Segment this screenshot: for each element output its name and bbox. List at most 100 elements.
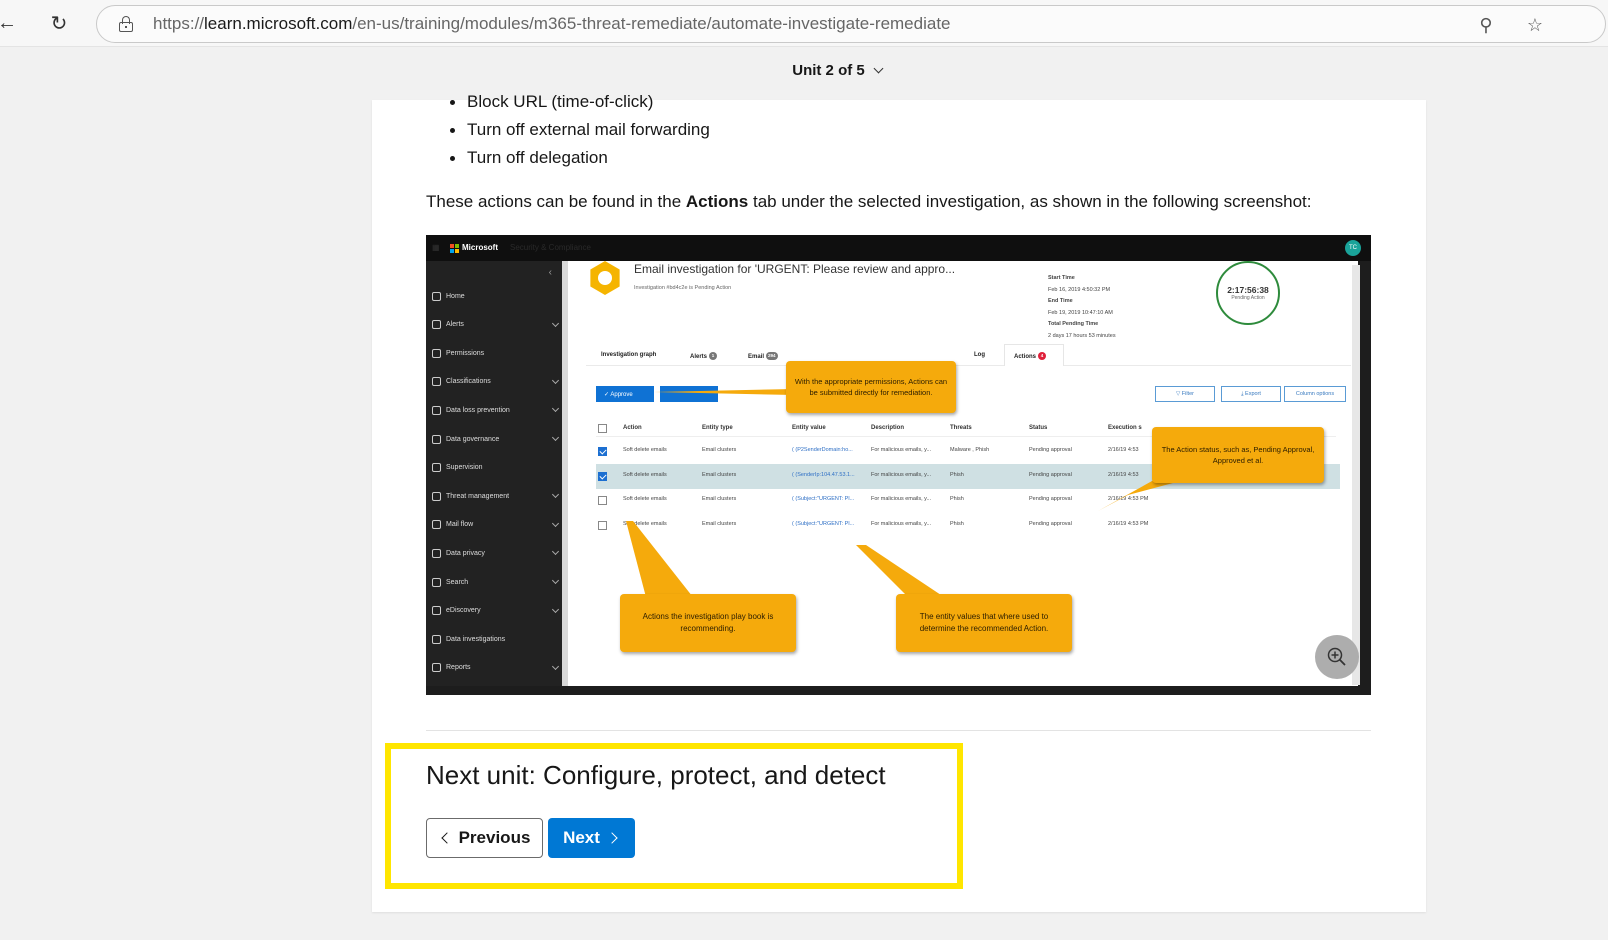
chevron-down-icon[interactable] [551, 491, 560, 499]
cell-entity-value[interactable]: ( (P2SenderDomain:ho... [792, 447, 853, 453]
list-item: Turn off external mail forwarding [426, 116, 710, 144]
scrollbar[interactable] [1352, 265, 1360, 685]
cell-entity-value[interactable]: ( (SenderIp:104.47.53.1... [792, 472, 855, 478]
brand-name: Microsoft [462, 243, 498, 252]
cell-status: Pending approval [1029, 496, 1072, 502]
sidebar-item[interactable]: Data privacy [432, 546, 560, 560]
sidebar-item[interactable]: Data loss prevention [432, 403, 560, 417]
cell-entity-value[interactable]: ( (Subject:"URGENT: Pl... [792, 496, 854, 502]
star-icon[interactable]: ☆ [1524, 14, 1546, 36]
screenshot-topbar: ▦ Microsoft Security & Compliance TC [426, 235, 1371, 261]
intro-paragraph: These actions can be found in the Action… [426, 192, 1312, 211]
row-checkbox[interactable] [598, 471, 607, 481]
sidebar-icon [432, 320, 441, 330]
column-header[interactable]: Entity value [792, 425, 826, 431]
sidebar-item[interactable]: Data governance [432, 432, 560, 446]
sidebar-icon [432, 348, 441, 358]
tab-log[interactable]: Log [974, 352, 985, 358]
export-button[interactable]: ⤓ Export [1221, 386, 1281, 402]
column-header[interactable]: Threats [950, 425, 972, 431]
approve-button[interactable]: ✓ Approve [596, 386, 654, 402]
sidebar-item-label: Reports [446, 664, 471, 672]
sidebar-item[interactable]: Classifications [432, 375, 560, 389]
column-header[interactable]: Action [623, 425, 642, 431]
cell-action: Soft delete emails [623, 496, 667, 502]
entity-callout: The entity values that where used to det… [896, 594, 1072, 652]
sidebar-item[interactable]: Search [432, 575, 560, 589]
chevron-down-icon[interactable] [551, 605, 560, 613]
status-callout: The Action status, such as, Pending Appr… [1152, 427, 1324, 483]
zoom-in-button[interactable] [1315, 635, 1359, 679]
sidebar-item[interactable]: Home [432, 289, 558, 303]
table-row[interactable]: Soft delete emails Email clusters( (Subje… [596, 488, 1340, 513]
sidebar-item-label: Threat management [446, 492, 510, 500]
sidebar-item[interactable]: Threat management [432, 489, 560, 503]
sidebar-item[interactable]: Permissions [432, 346, 558, 360]
cell-threats: Malware , Phish [950, 447, 990, 453]
investigation-title: Email investigation for 'URGENT: Please … [634, 262, 956, 276]
chevron-down-icon[interactable] [551, 662, 560, 670]
column-options-button[interactable]: Column options [1284, 386, 1346, 402]
address-bar[interactable]: https://learn.microsoft.com/en-us/traini… [96, 5, 1606, 43]
refresh-icon[interactable]: ↻ [46, 10, 72, 36]
chevron-down-icon[interactable] [551, 519, 560, 527]
column-header[interactable]: Status [1029, 425, 1047, 431]
chevron-down-icon[interactable] [551, 376, 560, 384]
column-header[interactable]: Execution s [1108, 425, 1142, 431]
tab-actions[interactable]: Actions 4 [1014, 352, 1047, 360]
cell-execution: 2/16/19 4:53 PM [1108, 520, 1149, 527]
sidebar-item[interactable]: Alerts [432, 318, 560, 332]
sidebar-item-label: Data governance [446, 435, 500, 443]
chevron-down-icon[interactable] [551, 576, 560, 585]
sidebar-item-label: Data loss prevention [446, 406, 510, 414]
sidebar-item[interactable]: Data investigations [432, 632, 558, 646]
cell-execution: 2/16/19 4:53 PM [1108, 496, 1149, 502]
sidebar-item[interactable]: Supervision [432, 461, 558, 475]
select-all-checkbox[interactable] [598, 424, 607, 433]
row-checkbox[interactable] [598, 520, 607, 530]
sidebar-item[interactable]: Reports [432, 661, 560, 675]
chevron-down-icon[interactable] [551, 405, 560, 413]
cell-entity-type: Email clusters [702, 471, 737, 478]
column-header[interactable]: Description [871, 425, 904, 431]
row-checkbox[interactable] [598, 496, 607, 505]
chevron-down-icon[interactable] [551, 319, 560, 327]
list-item: Turn off delegation [426, 144, 710, 172]
avatar: TC [1345, 240, 1361, 256]
chevron-right-icon [606, 832, 618, 844]
previous-button[interactable]: Previous [426, 818, 543, 858]
column-header[interactable]: Entity type [702, 425, 733, 431]
cell-threats: Phish [950, 496, 964, 502]
next-unit-title: Next unit: Configure, protect, and detec… [426, 760, 886, 790]
lock-icon[interactable] [119, 16, 133, 32]
zoom-in-icon [1327, 647, 1346, 666]
cell-description: For malicious emails, y... [871, 447, 932, 453]
tab-alerts[interactable]: Alerts 1 [690, 352, 718, 360]
cell-entity-value[interactable]: ( (Subject:"URGENT: Pl... [792, 521, 854, 527]
investigation-icon [590, 261, 620, 295]
permissions-callout: With the appropriate permissions, Action… [786, 361, 956, 413]
row-checkbox[interactable] [598, 447, 607, 456]
sidebar-icon [432, 377, 441, 387]
sidebar-icon [432, 463, 441, 473]
chevron-down-icon[interactable] [551, 548, 560, 556]
sidebar-item-label: Supervision [446, 464, 483, 472]
reject-button[interactable] [660, 386, 718, 402]
unit-header: Unit 2 of 5 [0, 62, 1608, 79]
cell-description: For malicious emails, y... [871, 520, 932, 527]
cell-action: Soft delete emails [623, 471, 667, 478]
chevron-down-icon[interactable] [551, 433, 560, 442]
table-row[interactable]: Soft delete emails Email clusters( (Subje… [596, 513, 1340, 538]
investigation-screenshot[interactable]: ▦ Microsoft Security & Compliance TC ‹ H… [426, 235, 1371, 695]
url-text[interactable]: https://learn.microsoft.com/en-us/traini… [153, 14, 951, 34]
next-button[interactable]: Next [548, 818, 635, 858]
sidebar-item[interactable]: eDiscovery [432, 604, 560, 618]
sidebar-item-label: Alerts [446, 321, 464, 329]
unit-selector[interactable]: Unit 2 of 5 [792, 62, 884, 79]
tab-email[interactable]: Email 294 [748, 352, 778, 360]
tab-investigation-graph[interactable]: Investigation graph [601, 352, 656, 358]
filter-button[interactable]: ▽ Filter [1155, 386, 1215, 402]
sidebar-item[interactable]: Mail flow [432, 518, 560, 532]
back-arrow-icon[interactable]: ← [0, 10, 20, 36]
zoom-out-icon[interactable]: ⚲ [1475, 14, 1497, 36]
